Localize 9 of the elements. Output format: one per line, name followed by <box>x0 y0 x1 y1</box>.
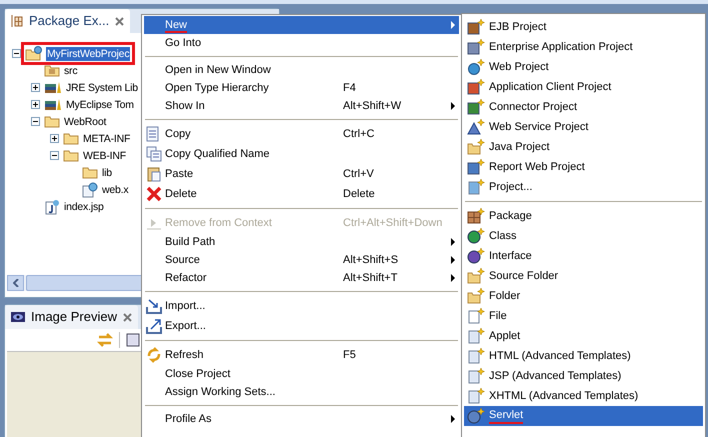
shortcut-label: Delete <box>343 186 375 202</box>
shortcut-label: Alt+Shift+W <box>343 98 402 114</box>
shortcut-label: Ctrl+C <box>343 126 374 142</box>
shortcut-label: Ctrl+V <box>343 166 374 182</box>
shortcut-label: Alt+Shift+T <box>343 270 398 286</box>
shortcut-label: F5 <box>343 348 356 363</box>
shortcut-label: Ctrl+Alt+Shift+Down <box>343 216 442 231</box>
shortcut-label: F4 <box>343 80 356 96</box>
shortcut-label: Alt+Shift+S <box>343 252 398 268</box>
